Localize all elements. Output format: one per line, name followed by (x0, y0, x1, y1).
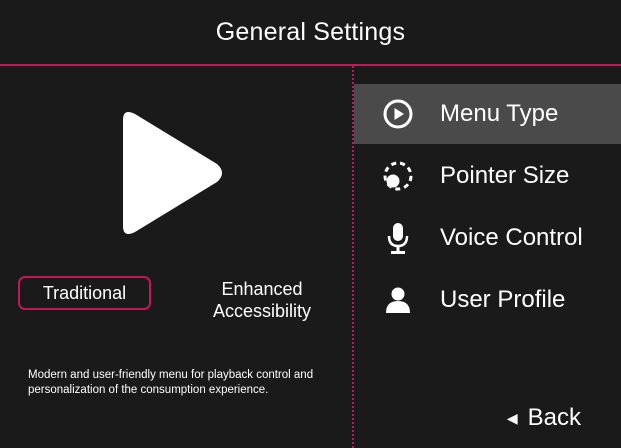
menu-item-label: Menu Type (440, 100, 559, 127)
option-enhanced-accessibility[interactable]: Enhanced Accessibility (190, 278, 334, 322)
option-description: Modern and user-friendly menu for playba… (28, 369, 314, 396)
menu-item-label: User Profile (440, 286, 566, 313)
back-label: Back (527, 404, 581, 431)
header-bar: General Settings (0, 0, 621, 66)
menu-item-pointer-size[interactable]: Pointer Size (354, 146, 621, 206)
user-icon (380, 282, 416, 318)
menu-item-label: Pointer Size (440, 162, 570, 189)
microphone-icon (380, 220, 416, 256)
menu-item-user-profile[interactable]: User Profile (354, 270, 621, 330)
option-traditional-label: Traditional (42, 283, 127, 303)
play-triangle-icon (123, 112, 222, 234)
settings-menu: Menu Type Pointer Size Voice Control Use… (354, 66, 621, 448)
option-traditional[interactable]: Traditional (18, 276, 151, 310)
back-arrow-icon: ◀ (506, 409, 518, 426)
menu-item-voice-control[interactable]: Voice Control (354, 208, 621, 268)
menu-item-menu-type[interactable]: Menu Type (354, 84, 621, 144)
back-button[interactable]: ◀ Back (507, 404, 581, 432)
pointer-size-icon (380, 158, 416, 194)
option-enhanced-label-line2: Accessibility (212, 301, 312, 321)
menu-item-label: Voice Control (440, 224, 583, 251)
page-title: General Settings (215, 17, 406, 46)
option-enhanced-label-line1: Enhanced (221, 279, 303, 299)
play-circle-icon (380, 96, 416, 132)
preview-panel: Traditional Enhanced Accessibility Moder… (0, 66, 352, 448)
